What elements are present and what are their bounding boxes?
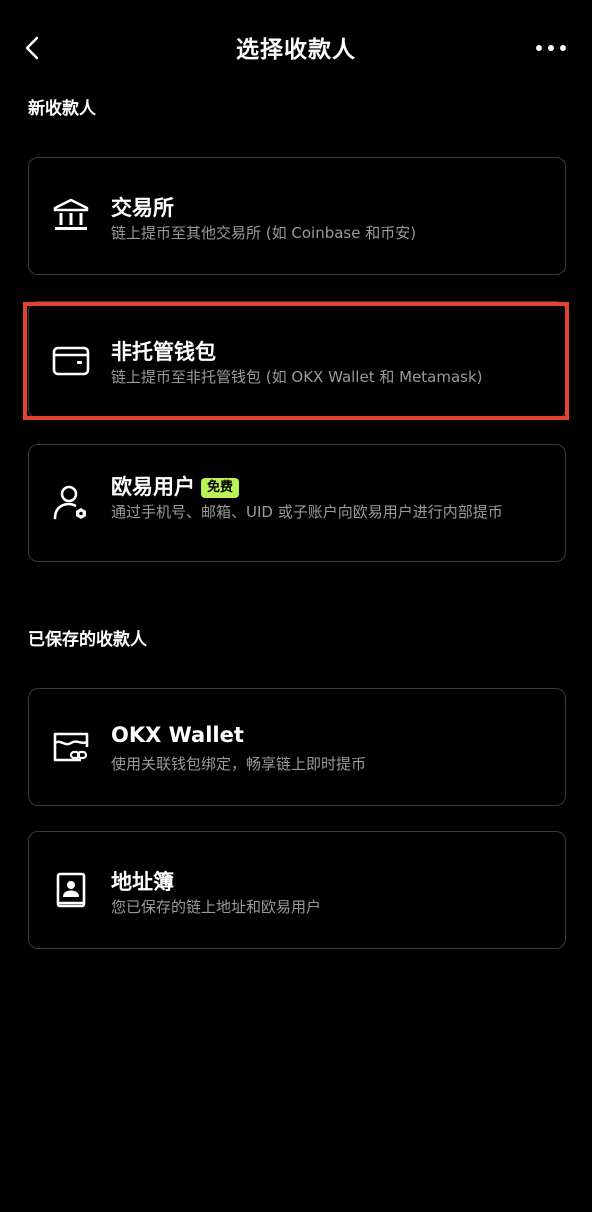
option-title: 非托管钱包 — [111, 340, 216, 364]
more-button[interactable] — [534, 36, 568, 60]
option-description: 使用关联钱包绑定，畅享链上即时提币 — [111, 755, 367, 773]
option-description: 链上提币至其他交易所 (如 Coinbase 和币安) — [111, 224, 417, 242]
option-title: 交易所 — [111, 196, 174, 220]
recipient-option-exchange[interactable]: 交易所 链上提币至其他交易所 (如 Coinbase 和币安) — [28, 157, 566, 275]
option-title-row: 欧易用户 免费 — [111, 471, 240, 501]
wallet-icon — [51, 340, 91, 380]
section-label-new: 新收款人 — [28, 99, 96, 119]
option-title: 欧易用户 — [111, 475, 195, 499]
header: 选择收款人 — [0, 0, 592, 96]
option-title: OKX Wallet — [111, 723, 244, 747]
free-badge: 免费 — [201, 478, 240, 498]
saved-recipient-okx-wallet[interactable]: OKX Wallet 使用关联钱包绑定，畅享链上即时提币 — [28, 688, 566, 806]
option-title: 地址簿 — [111, 870, 174, 894]
option-description: 链上提币至非托管钱包 (如 OKX Wallet 和 Metamask) — [111, 368, 483, 386]
bank-icon — [51, 196, 91, 236]
recipient-option-non-custodial-wallet[interactable]: 非托管钱包 链上提币至非托管钱包 (如 OKX Wallet 和 Metamas… — [28, 301, 566, 419]
option-description: 您已保存的链上地址和欧易用户 — [111, 898, 322, 916]
saved-recipient-address-book[interactable]: 地址簿 您已保存的链上地址和欧易用户 — [28, 831, 566, 949]
address-book-icon — [51, 870, 91, 910]
option-description: 通过手机号、邮箱、UID 或子账户向欧易用户进行内部提币 — [111, 503, 503, 521]
more-horizontal-icon — [536, 45, 566, 51]
recipient-option-okx-user[interactable]: 欧易用户 免费 通过手机号、邮箱、UID 或子账户向欧易用户进行内部提币 — [28, 444, 566, 562]
page-title: 选择收款人 — [236, 37, 356, 63]
linked-wallet-icon — [51, 727, 91, 767]
section-label-saved: 已保存的收款人 — [28, 630, 147, 650]
user-icon — [51, 483, 91, 523]
